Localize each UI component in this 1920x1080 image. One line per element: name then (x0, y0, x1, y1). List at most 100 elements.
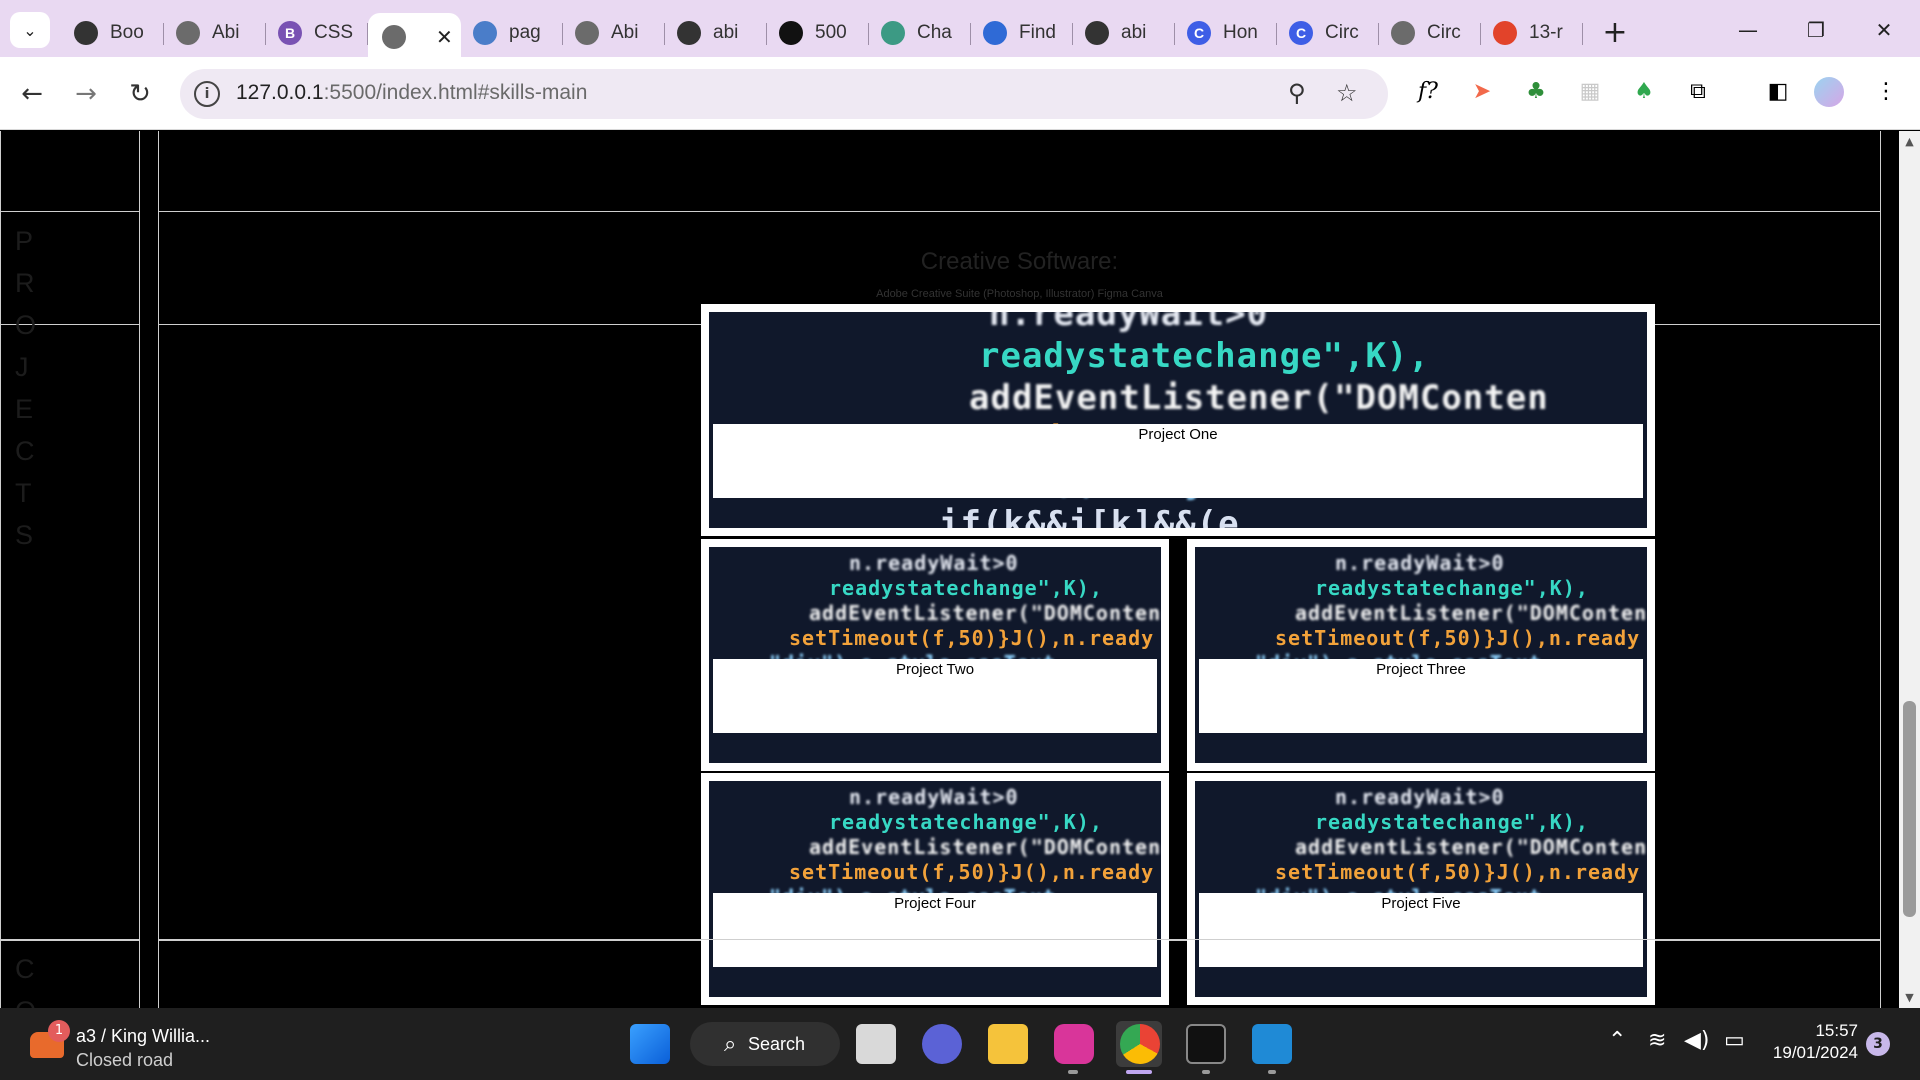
volume-icon[interactable]: ◀︎) (1684, 1028, 1710, 1053)
code-text: readystatechange",K), (829, 576, 1103, 600)
zoom-icon[interactable]: ⚲ (1288, 79, 1306, 107)
scroll-down-arrow[interactable]: ▼ (1903, 991, 1916, 1004)
file-explorer-icon[interactable] (988, 1024, 1028, 1064)
wifi-icon[interactable]: ≋ (1648, 1028, 1666, 1053)
windows-taskbar: 1 a3 / King Willia... Closed road ⌕ Searc… (0, 1008, 1920, 1080)
minimize-button[interactable]: — (1720, 12, 1776, 48)
tab-label: 500 (815, 21, 847, 43)
evernote-extension-icon[interactable]: ♠ (1626, 74, 1662, 110)
reload-button[interactable]: ↻ (120, 74, 160, 114)
arrow-extension-icon[interactable]: ➤ (1464, 74, 1500, 110)
globe-icon (1391, 20, 1415, 45)
tab[interactable]: Cha (869, 13, 971, 53)
side-panel-icon[interactable]: ◧ (1760, 74, 1796, 110)
project-title[interactable]: Project One (713, 424, 1643, 443)
codecademy-icon (779, 20, 803, 45)
site-info-icon[interactable]: i (194, 81, 220, 107)
tab[interactable]: Find (971, 13, 1073, 53)
vertical-letter: P (15, 226, 34, 256)
vertical-letter: O (15, 310, 37, 340)
task-view-icon[interactable] (856, 1024, 896, 1064)
flag-icon (983, 20, 1007, 45)
tab-label: abi (713, 21, 739, 43)
tab[interactable]: 13-r (1481, 13, 1583, 53)
scroll-up-arrow[interactable]: ▲ (1903, 135, 1916, 148)
project-card[interactable]: n.readyWait>0 readystatechange",K), addEve… (1187, 539, 1655, 771)
code-text: n.readyWait>0 (849, 785, 1019, 809)
github-icon (74, 20, 98, 45)
traffic-title: a3 / King Willia... (76, 1026, 211, 1046)
taskbar-search[interactable]: ⌕ Search (690, 1022, 840, 1066)
close-window-button[interactable]: ✕ (1856, 12, 1912, 48)
tab[interactable]: 500 (767, 13, 869, 53)
terminal-icon[interactable] (1186, 1024, 1226, 1064)
tab[interactable]: abi (1073, 13, 1175, 53)
forward-button[interactable]: → (66, 74, 106, 114)
menu-kebab-icon[interactable]: ⋮ (1868, 74, 1904, 110)
project-title[interactable]: Project Four (713, 893, 1157, 912)
project-card[interactable]: n.readyWait>0 readystatechange",K), addEve… (701, 304, 1655, 536)
start-windows-icon[interactable] (630, 1024, 670, 1064)
project-caption-box: Project One (713, 424, 1643, 498)
tray-chevron-up-icon[interactable]: ⌃ (1608, 1028, 1626, 1053)
wps-office-icon[interactable] (1054, 1024, 1094, 1064)
tab[interactable]: B CSS (266, 13, 368, 53)
globe-icon (176, 20, 200, 45)
tab[interactable]: C Circ (1277, 13, 1379, 53)
code-text: addEventListener("DOMConten (809, 601, 1161, 625)
tab-label: Cha (917, 21, 952, 43)
restore-button[interactable]: ❐ (1788, 12, 1844, 48)
project-title[interactable]: Project Five (1199, 893, 1643, 912)
circle-c-icon: C (1187, 20, 1211, 45)
chatgpt-icon (881, 20, 905, 45)
formula-extension-icon[interactable]: f? (1410, 74, 1446, 110)
close-tab-icon[interactable]: ✕ (436, 25, 453, 50)
code-text: readystatechange",K), (979, 336, 1430, 376)
code-text: if(k&&j[k]&&(e (939, 504, 1240, 528)
code-text: n.readyWait>0 (989, 312, 1269, 334)
vscode-icon[interactable] (1252, 1024, 1292, 1064)
chat-icon[interactable] (922, 1024, 962, 1064)
page-viewport: Creative Software: Adobe Creative Suite … (0, 131, 1899, 1008)
page-scrollbar[interactable]: ▲ ▼ (1899, 131, 1920, 1008)
vertical-letter: O (15, 990, 36, 1008)
project-caption-box: Project Three (1199, 659, 1643, 733)
code-text: setTimeout(f,50)}J(),n.ready (1275, 860, 1641, 884)
tab-label: Boo (110, 21, 144, 43)
tab[interactable]: pag (461, 13, 563, 53)
tab[interactable]: C Hon (1175, 13, 1277, 53)
running-indicator (1268, 1070, 1276, 1074)
project-title[interactable]: Project Three (1199, 659, 1643, 678)
chrome-icon[interactable] (1120, 1024, 1160, 1064)
extensions-puzzle-icon[interactable]: ⧉ (1680, 74, 1716, 110)
project-card[interactable]: n.readyWait>0 readystatechange",K), addEve… (701, 539, 1169, 771)
profile-avatar[interactable] (1814, 77, 1844, 107)
clock[interactable]: 15:57 19/01/2024 (1764, 1020, 1858, 1064)
url-host: 127.0.0.1 (236, 81, 324, 104)
github-icon (1085, 20, 1109, 45)
notification-count-badge[interactable]: 3 (1866, 1032, 1890, 1056)
project-title[interactable]: Project Two (713, 659, 1157, 678)
tab-active[interactable]: ✕ (368, 12, 461, 62)
address-bar[interactable]: i 127.0.0.1:5500/index.html#skills-main … (180, 69, 1388, 119)
tab[interactable]: Abi (563, 13, 665, 53)
bookmark-star-icon[interactable]: ☆ (1336, 79, 1358, 107)
back-button[interactable]: ← (12, 74, 52, 114)
new-tab-button[interactable]: + (1597, 15, 1633, 50)
url-text[interactable]: 127.0.0.1:5500/index.html#skills-main (236, 81, 587, 105)
contact-main (158, 939, 1881, 1008)
tab[interactable]: Circ (1379, 13, 1481, 53)
tab-label: CSS (314, 21, 354, 43)
battery-icon[interactable]: ▭ (1724, 1028, 1745, 1053)
tab[interactable]: abi (665, 13, 767, 53)
tab-label: 13-r (1529, 21, 1563, 43)
vertical-letter: C (15, 954, 35, 984)
html-tree-extension-icon[interactable]: ♣ (1518, 74, 1554, 110)
grid-extension-icon[interactable]: ▦ (1572, 74, 1608, 110)
browser-toolbar: ← → ↻ i 127.0.0.1:5500/index.html#skills… (0, 57, 1920, 130)
tab[interactable]: Abi (164, 13, 266, 53)
scroll-thumb[interactable] (1903, 701, 1916, 917)
globe-icon (382, 25, 406, 49)
tab-search-button[interactable]: ⌄ (10, 12, 50, 48)
tab[interactable]: Boo (62, 13, 164, 53)
